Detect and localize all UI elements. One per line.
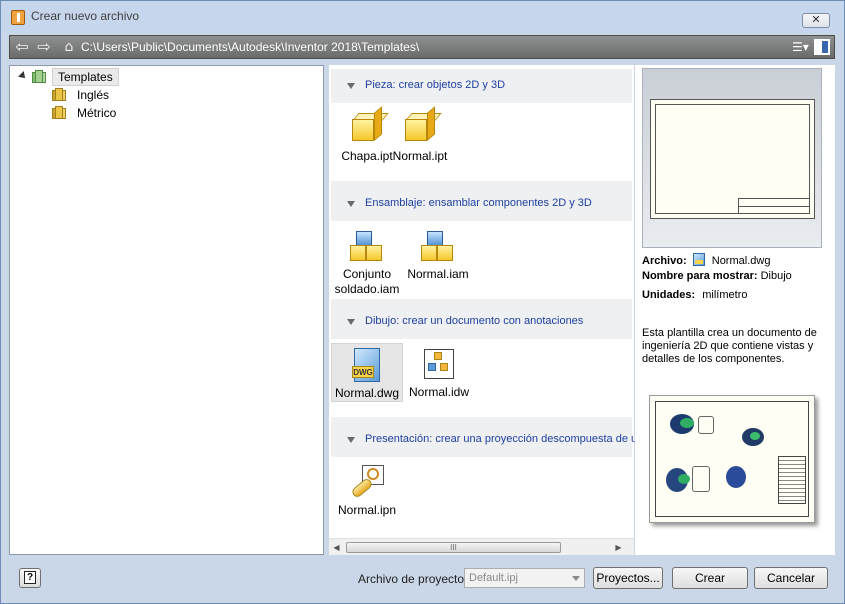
window-title: Crear nuevo archivo: [31, 9, 140, 23]
section-header-ensamblaje[interactable]: Ensamblaje: ensamblar componentes 2D y 3…: [331, 187, 632, 221]
dialog-footer: ? Archivo de proyecto: Default.ipj Proye…: [1, 559, 844, 603]
info-archivo: Archivo: Normal.dwg: [642, 253, 770, 267]
file-item-normal-ipn[interactable]: Normal.ipn: [331, 461, 403, 518]
section-title: Pieza: crear objetos 2D y 3D: [365, 79, 506, 91]
presentation-icon: [350, 465, 384, 499]
cancel-button[interactable]: Cancelar: [754, 567, 828, 589]
file-item-normal-iam[interactable]: Normal.iam: [402, 225, 474, 282]
tree-item-templates[interactable]: Templates: [10, 67, 210, 86]
collapse-arrow-icon[interactable]: [347, 437, 355, 443]
template-list: Pieza: crear objetos 2D y 3D Chapa.ipt N…: [329, 65, 641, 555]
collapse-arrow-icon[interactable]: [347, 201, 355, 207]
assembly-icon: [421, 229, 455, 263]
file-label: Normal.idw: [408, 385, 469, 399]
help-icon: ?: [24, 571, 36, 584]
template-description: Esta plantilla crea un documento de inge…: [642, 327, 817, 365]
preview-panel: Archivo: Normal.dwg Nombre para mostrar:…: [635, 65, 835, 555]
projects-button[interactable]: Proyectos...: [593, 567, 663, 589]
section-body-pieza: Chapa.ipt Normal.ipt: [331, 103, 632, 181]
scroll-thumb[interactable]: III: [346, 542, 561, 553]
sample-drawing-image: [649, 395, 815, 523]
file-label: Conjunto soldado.iam: [334, 267, 400, 296]
address-bar: ⇦ ⇨ ⌂ C:\Users\Public\Documents\Autodesk…: [9, 35, 835, 59]
project-file-value: Default.ipj: [469, 572, 518, 584]
tree-collapse-icon[interactable]: [18, 71, 28, 81]
section-title: Ensamblaje: ensamblar componentes 2D y 3…: [365, 197, 592, 209]
folder-icon: [32, 69, 46, 84]
create-button[interactable]: Crear: [672, 567, 748, 589]
project-file-select[interactable]: Default.ipj: [464, 568, 585, 588]
dialog-window: Crear nuevo archivo ✕ ⇦ ⇨ ⌂ C:\Users\Pub…: [0, 0, 845, 604]
info-nombre: Nombre para mostrar: Dibujo: [642, 270, 792, 282]
project-file-label: Archivo de proyecto:: [358, 572, 468, 586]
close-button[interactable]: ✕: [802, 13, 830, 28]
chevron-down-icon: [572, 576, 580, 581]
tree-item-metrico[interactable]: Métrico: [52, 104, 121, 121]
info-label: Unidades:: [642, 289, 696, 301]
assembly-icon: [350, 229, 384, 263]
part-cube-icon: [403, 106, 442, 145]
home-icon[interactable]: ⌂: [61, 39, 77, 55]
tree-item-ingles[interactable]: Inglés: [52, 86, 114, 103]
section-header-pieza[interactable]: Pieza: crear objetos 2D y 3D: [331, 69, 632, 103]
tree-label: Templates: [52, 67, 119, 86]
path-breadcrumb[interactable]: C:\Users\Public\Documents\Autodesk\Inven…: [81, 40, 419, 54]
section-title: Presentación: crear una proyección desco…: [365, 433, 641, 445]
back-arrow-icon[interactable]: ⇦: [14, 39, 30, 55]
file-label: Normal.iam: [407, 267, 469, 281]
idw-drawing-icon: [422, 347, 456, 381]
folder-icon: [52, 87, 66, 102]
file-item-normal-idw[interactable]: Normal.idw: [403, 343, 475, 400]
section-title: Dibujo: crear un documento con anotacion…: [365, 315, 584, 327]
section-body-presentacion: Normal.ipn: [331, 457, 632, 535]
info-value: Dibujo: [760, 270, 792, 282]
forward-arrow-icon[interactable]: ⇨: [36, 39, 52, 55]
section-body-dibujo: DWG Normal.dwg Normal.idw: [331, 339, 632, 417]
dwg-file-icon: DWG: [350, 348, 384, 382]
horizontal-scrollbar[interactable]: ◀ III ▶: [329, 538, 634, 555]
scroll-left-arrow-icon[interactable]: ◀: [329, 539, 344, 556]
dwg-file-icon: [692, 253, 705, 266]
info-value: Normal.dwg: [711, 255, 771, 267]
info-value: milímetro: [702, 289, 748, 301]
help-button[interactable]: ?: [19, 568, 41, 588]
section-header-presentacion[interactable]: Presentación: crear una proyección desco…: [331, 423, 641, 457]
collapse-arrow-icon[interactable]: [347, 319, 355, 325]
file-label: Normal.ipn: [337, 503, 397, 517]
drawing-sheet-preview: [650, 99, 815, 219]
info-label: Archivo:: [642, 255, 687, 267]
template-preview-thumbnail: [642, 68, 822, 248]
folder-icon: [52, 105, 66, 120]
tree-label: Inglés: [77, 87, 110, 102]
file-item-conjunto-soldado-iam[interactable]: Conjunto soldado.iam: [331, 225, 403, 297]
file-item-normal-ipt[interactable]: Normal.ipt: [384, 106, 456, 164]
inventor-app-icon: [11, 10, 25, 25]
part-cube-icon: [350, 106, 389, 145]
scroll-right-arrow-icon[interactable]: ▶: [611, 539, 626, 556]
info-label: Nombre para mostrar:: [642, 270, 758, 282]
preview-pane-toggle-icon[interactable]: [814, 39, 830, 55]
section-header-dibujo[interactable]: Dibujo: crear un documento con anotacion…: [331, 305, 632, 339]
file-item-normal-dwg[interactable]: DWG Normal.dwg: [331, 343, 403, 402]
file-label: Normal.dwg: [334, 386, 400, 400]
file-label: Normal.ipt: [392, 149, 448, 163]
folder-tree: Templates Inglés Métrico: [9, 65, 324, 555]
view-options-icon[interactable]: ☰▾: [792, 39, 809, 55]
collapse-arrow-icon[interactable]: [347, 83, 355, 89]
title-bar: Crear nuevo archivo ✕: [1, 1, 844, 33]
section-body-ensamblaje: Conjunto soldado.iam Normal.iam: [331, 221, 632, 299]
info-unidades: Unidades: milímetro: [642, 289, 747, 301]
tree-label: Métrico: [77, 105, 117, 120]
